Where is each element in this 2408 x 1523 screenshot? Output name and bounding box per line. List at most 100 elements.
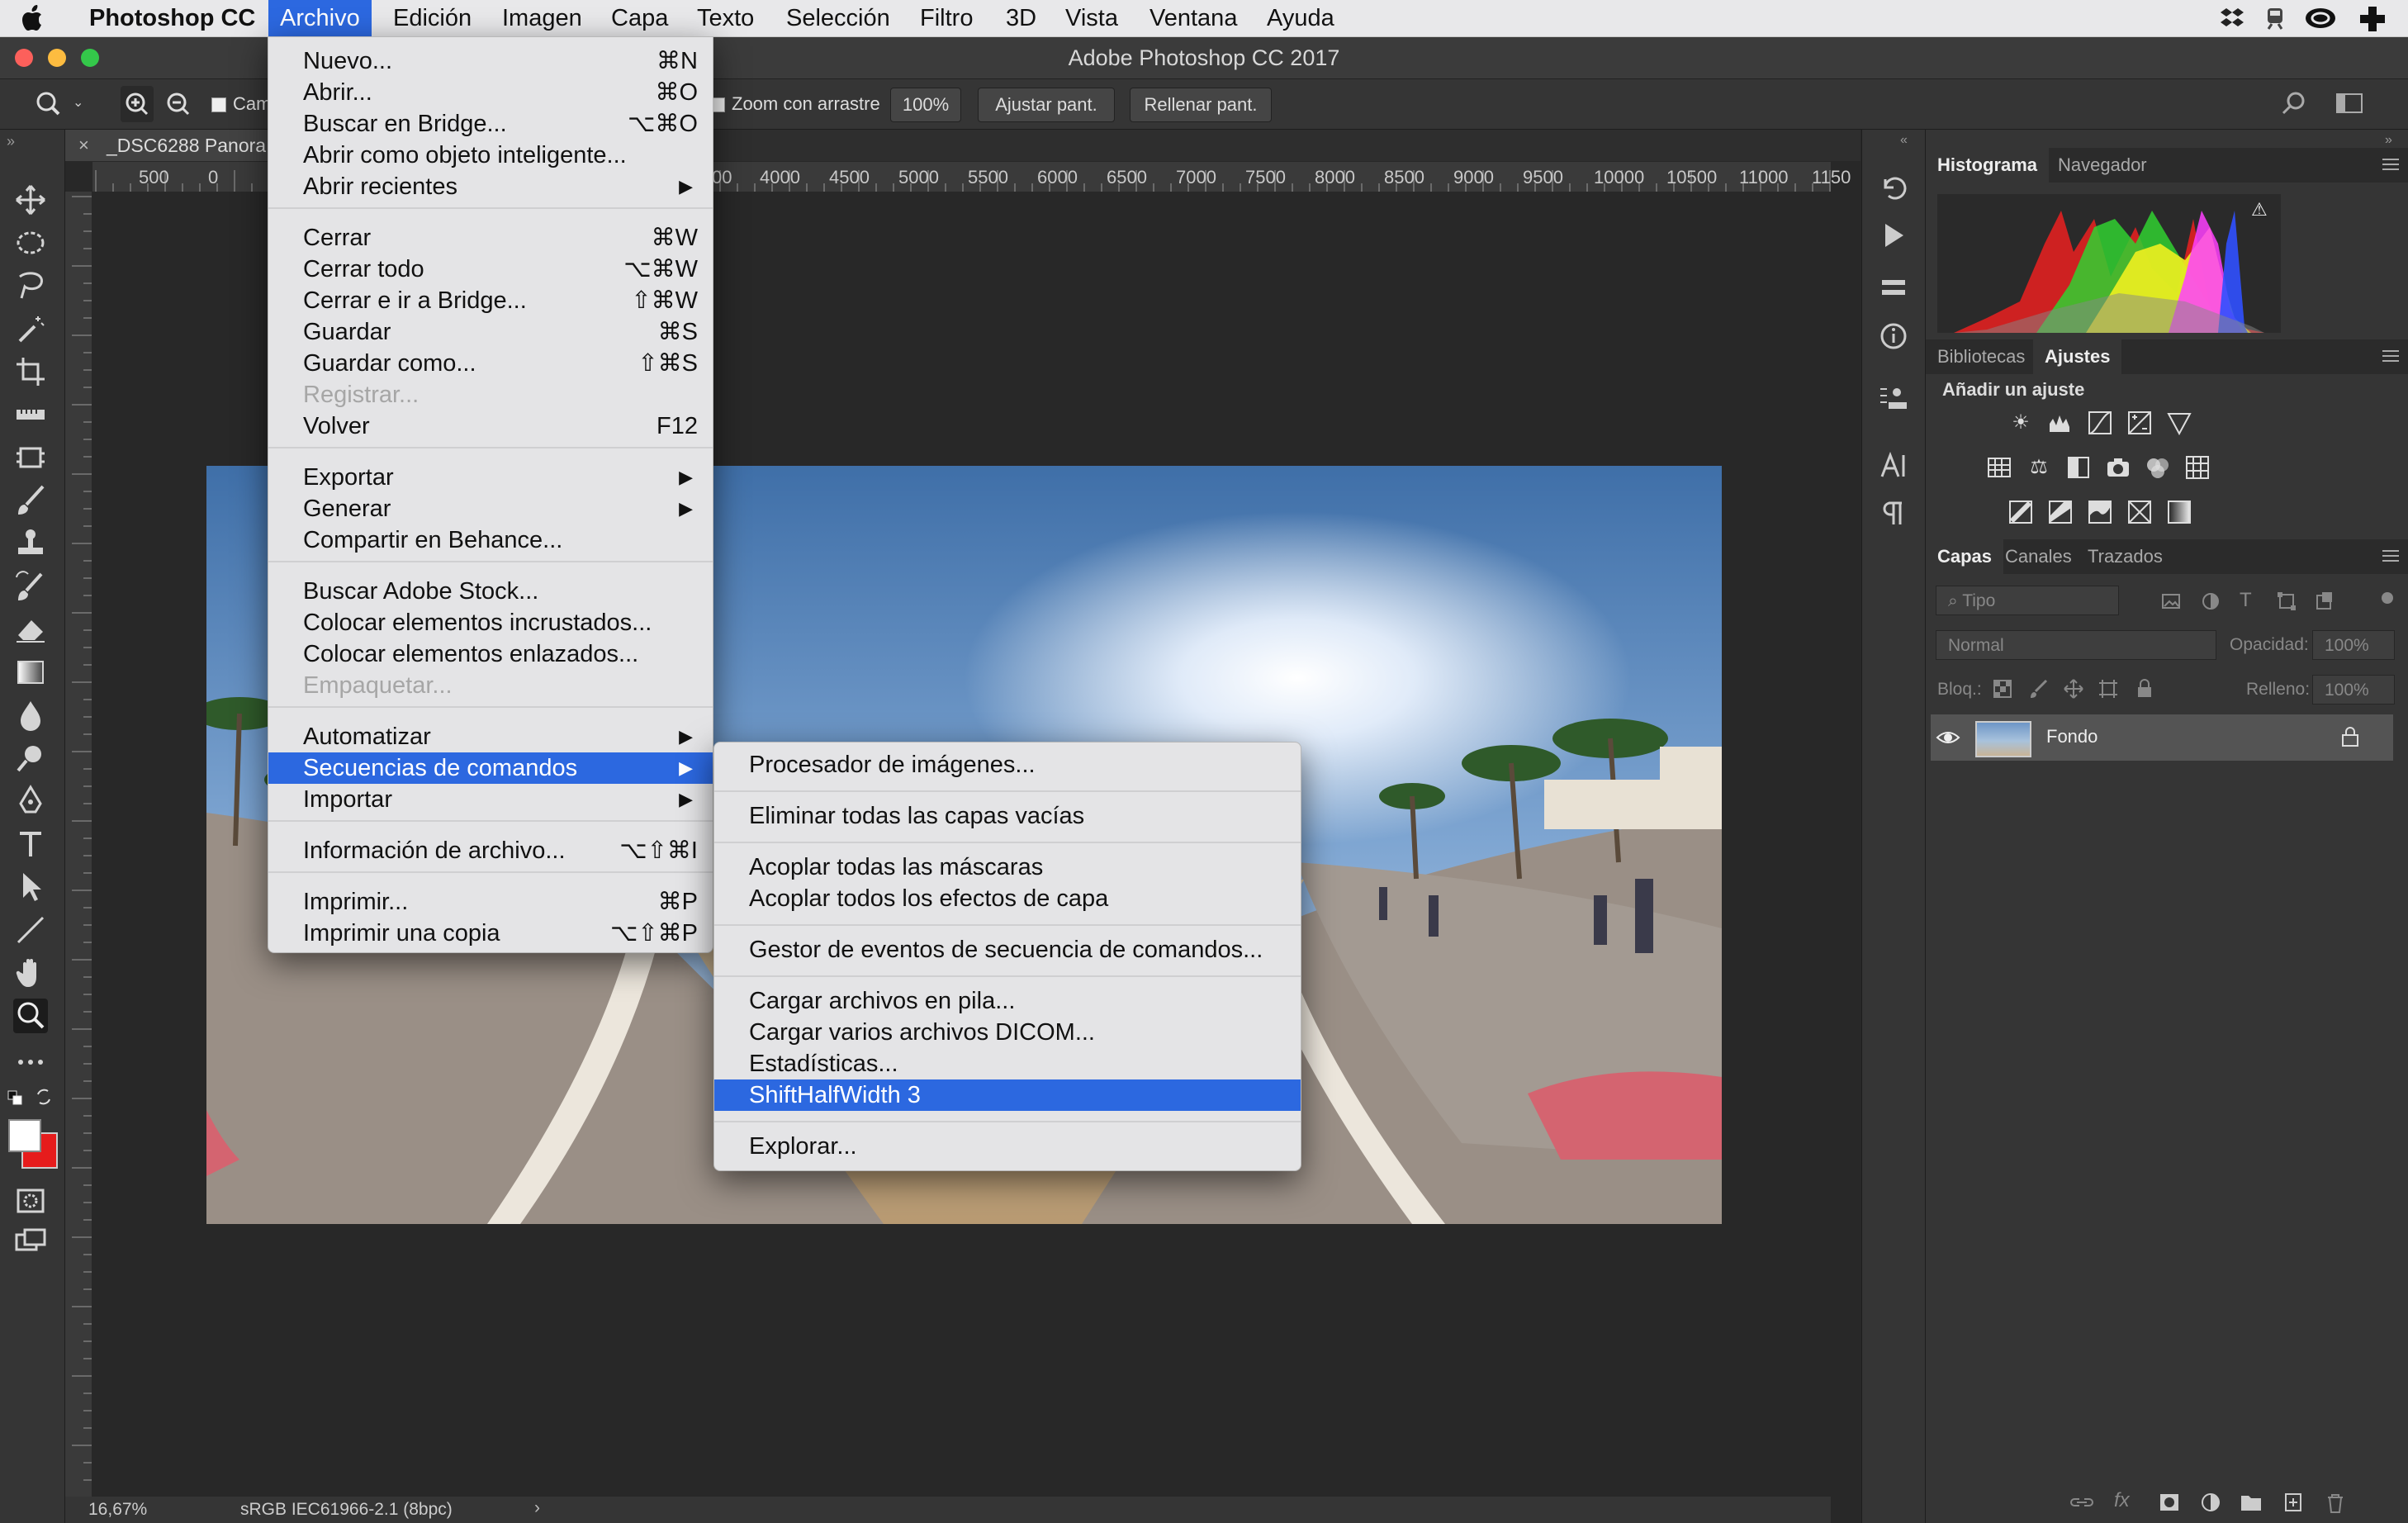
opacity-input[interactable]: 100% [2312, 630, 2395, 660]
lock-all-icon[interactable] [2134, 678, 2155, 700]
delete-layer-icon[interactable] [2325, 1492, 2345, 1514]
panel-menu-icon[interactable] [2382, 349, 2399, 363]
actions-panel-icon[interactable] [1879, 221, 1908, 250]
quick-mask-icon[interactable] [13, 1184, 48, 1218]
extension-icon[interactable] [2358, 5, 2387, 31]
scripts-menu-item-image-processor[interactable]: Procesador de imágenes... [714, 749, 1301, 780]
scripts-menu-item-load-files-stack[interactable]: Cargar archivos en pila... [714, 985, 1301, 1017]
file-menu-item-place-linked[interactable]: Colocar elementos enlazados... [268, 638, 713, 670]
filter-smart-object-icon[interactable] [2314, 591, 2335, 612]
train-icon[interactable] [2263, 7, 2287, 30]
file-menu-item-file-info[interactable]: Información de archivo... ⌥⇧⌘I [268, 835, 713, 866]
brush-tool-icon[interactable] [13, 483, 48, 518]
chevron-down-icon[interactable]: ⌄ [73, 94, 83, 111]
zoom-tool-icon[interactable] [13, 999, 48, 1033]
stamp-tool-icon[interactable] [13, 526, 48, 561]
file-menu-item-open-recent[interactable]: Abrir recientes ▶ [268, 171, 713, 202]
menu-seleccion[interactable]: Selección [775, 0, 902, 36]
blend-mode-select[interactable]: Normal [1936, 630, 2216, 660]
warning-icon[interactable]: ⚠ [2251, 199, 2268, 221]
tab-libraries[interactable]: Bibliotecas [1926, 339, 2036, 374]
scripts-menu-item-shifthalfwidth[interactable]: ShiftHalfWidth 3 [714, 1079, 1301, 1111]
file-menu-item-open-smart-object[interactable]: Abrir como objeto inteligente... [268, 140, 713, 171]
clone-source-panel-icon[interactable] [1879, 384, 1908, 414]
tab-paths[interactable]: Trazados [2076, 539, 2174, 574]
file-menu-item-print-one-copy[interactable]: Imprimir una copia ⌥⇧⌘P [268, 918, 713, 949]
file-menu-item-close-all[interactable]: Cerrar todo ⌥⌘W [268, 254, 713, 285]
brightness-icon[interactable]: ☀ [2008, 410, 2033, 435]
file-menu-item-new[interactable]: Nuevo... ⌘N [268, 45, 713, 77]
magic-wand-icon[interactable] [13, 311, 48, 346]
scripts-menu-item-flatten-masks[interactable]: Acoplar todas las máscaras [714, 852, 1301, 883]
filter-shape-icon[interactable] [2276, 591, 2297, 612]
more-tools-icon[interactable] [13, 1045, 48, 1079]
new-layer-icon[interactable] [2282, 1492, 2304, 1512]
layer-row[interactable]: Fondo [1931, 714, 2393, 761]
collapse-toolbox-icon[interactable]: » [7, 133, 15, 150]
new-group-icon[interactable] [2240, 1492, 2263, 1512]
fill-input[interactable]: 100% [2312, 675, 2395, 705]
crop-tool-icon[interactable] [13, 354, 48, 389]
status-menu-arrow-icon[interactable]: › [534, 1498, 540, 1518]
path-selection-icon[interactable] [13, 870, 48, 904]
file-menu-item-open[interactable]: Abrir... ⌘O [268, 77, 713, 108]
file-menu-item-export[interactable]: Exportar ▶ [268, 462, 713, 493]
hand-tool-icon[interactable] [13, 956, 48, 990]
filter-type-icon[interactable]: T [2240, 589, 2261, 611]
layer-name[interactable]: Fondo [2046, 726, 2098, 747]
photo-filter-icon[interactable] [2106, 455, 2131, 480]
hue-saturation-icon[interactable] [1987, 455, 2012, 480]
workspace-icon[interactable] [2335, 91, 2365, 117]
collapse-strip-icon[interactable]: « [1900, 133, 1908, 148]
swap-colors-icon[interactable] [35, 1088, 53, 1106]
collapse-panels-icon[interactable]: » [2385, 133, 2392, 148]
lock-pixels-icon[interactable] [2028, 678, 2050, 700]
blur-tool-icon[interactable] [13, 698, 48, 733]
ruler-tool-icon[interactable] [13, 397, 48, 432]
file-menu-item-browse-bridge[interactable]: Buscar en Bridge... ⌥⌘O [268, 108, 713, 140]
tab-histogram[interactable]: Histograma [1926, 148, 2050, 183]
selective-color-icon[interactable] [2127, 500, 2152, 524]
file-menu-item-place-embedded[interactable]: Colocar elementos incrustados... [268, 607, 713, 638]
file-menu-item-revert[interactable]: Volver F12 [268, 410, 713, 442]
menu-filtro[interactable]: Filtro [908, 0, 984, 36]
search-icon[interactable] [2279, 89, 2309, 119]
history-brush-icon[interactable] [13, 569, 48, 604]
file-menu-item-close[interactable]: Cerrar ⌘W [268, 222, 713, 254]
scripts-menu-item-load-dicom[interactable]: Cargar varios archivos DICOM... [714, 1017, 1301, 1048]
tab-adjustments[interactable]: Ajustes [2033, 339, 2122, 374]
move-tool-icon[interactable] [13, 183, 48, 217]
menu-3d[interactable]: 3D [994, 0, 1048, 36]
properties-panel-icon[interactable] [1879, 273, 1908, 303]
default-colors-icon[interactable] [7, 1089, 23, 1106]
zoom-out-icon[interactable] [162, 86, 195, 122]
line-tool-icon[interactable] [13, 913, 48, 947]
creative-cloud-icon[interactable] [2304, 5, 2337, 31]
panel-menu-icon[interactable] [2382, 158, 2399, 171]
zoom-level[interactable]: 16,67% [88, 1500, 147, 1520]
layer-filter-select[interactable]: ⌕ Tipo [1936, 586, 2119, 615]
menu-capa[interactable]: Capa [600, 0, 680, 36]
file-menu-item-close-go-bridge[interactable]: Cerrar e ir a Bridge... ⇧⌘W [268, 285, 713, 316]
file-menu-item-generate[interactable]: Generar ▶ [268, 493, 713, 524]
panel-menu-icon[interactable] [2382, 549, 2399, 562]
tab-layers[interactable]: Capas [1926, 539, 2004, 574]
menu-archivo[interactable]: Archivo [268, 0, 372, 36]
curves-icon[interactable] [2088, 410, 2112, 435]
vibrance-icon[interactable] [2167, 410, 2192, 436]
tab-channels[interactable]: Canales [1993, 539, 2083, 574]
color-lookup-icon[interactable] [2185, 455, 2210, 480]
menu-imagen[interactable]: Imagen [491, 0, 594, 36]
fit-screen-button[interactable]: Ajustar pant. [978, 88, 1115, 122]
new-adjustment-layer-icon[interactable] [2200, 1492, 2221, 1512]
app-menu[interactable]: Photoshop CC [78, 0, 267, 36]
lock-transparent-icon[interactable] [1992, 678, 2013, 700]
file-menu-item-save[interactable]: Guardar ⌘S [268, 316, 713, 348]
scripts-menu-item-flatten-layer-effects[interactable]: Acoplar todos los efectos de capa [714, 883, 1301, 914]
zoom-tool-preset-icon[interactable] [33, 89, 66, 119]
menu-vista[interactable]: Vista [1054, 0, 1130, 36]
screen-mode-icon[interactable] [13, 1225, 48, 1260]
pen-tool-icon[interactable] [13, 784, 48, 818]
zoom-100-button[interactable]: 100% [890, 88, 961, 122]
lasso-tool-icon[interactable] [13, 268, 48, 303]
